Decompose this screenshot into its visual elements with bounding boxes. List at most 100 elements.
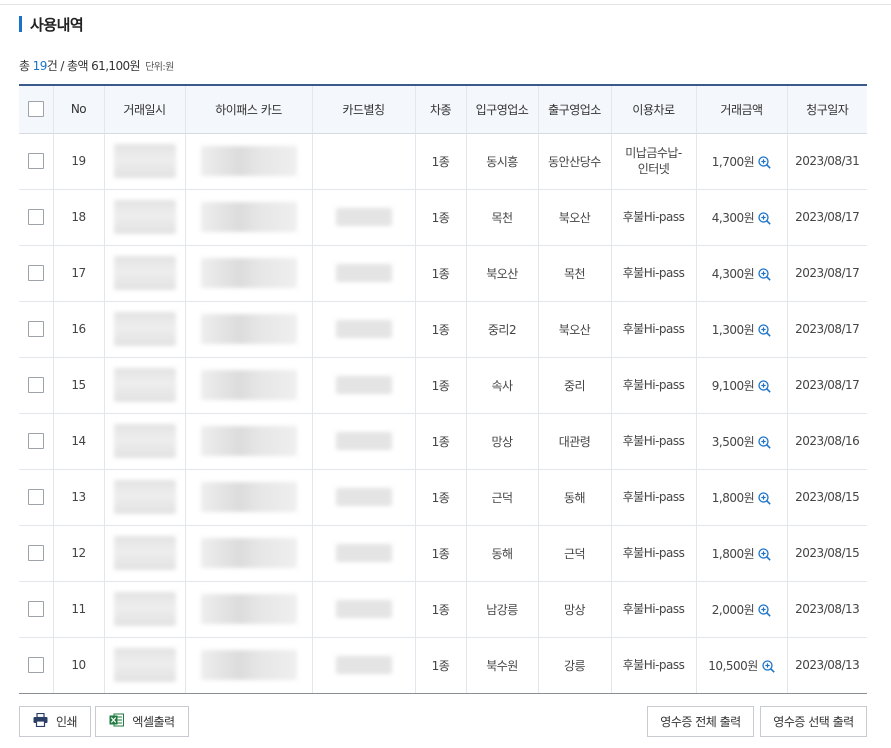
row-select-cell[interactable] — [19, 525, 53, 582]
row-hipass-card — [184, 581, 312, 638]
row-select-cell[interactable] — [19, 301, 53, 358]
header-billing-date: 청구일자 — [786, 84, 867, 134]
redacted-card-number — [200, 314, 297, 344]
row-vehicle-type: 1종 — [414, 525, 466, 582]
select-all-checkbox[interactable] — [27, 101, 44, 118]
row-billing-date: 2023/08/13 — [786, 637, 867, 694]
receipt-print-all-label: 영수증 전체 출력 — [660, 715, 741, 729]
row-exit-office: 강릉 — [537, 637, 611, 694]
zoom-in-icon[interactable] — [758, 603, 771, 617]
table-row: 14 1종 망상 대관령 후불Hi-pass 3,500원 2023/08/16 — [19, 413, 867, 470]
row-amount-value: 1,300원 — [711, 322, 755, 337]
row-no: 16 — [52, 301, 104, 358]
redacted-datetime — [113, 592, 176, 626]
row-hipass-card — [184, 469, 312, 526]
header-lane: 이용차로 — [610, 84, 696, 134]
row-entry-office: 동시흥 — [465, 133, 538, 190]
row-amount: 4,300원 — [695, 245, 787, 302]
row-select-cell[interactable] — [19, 189, 53, 246]
row-exit-office: 북오산 — [537, 189, 611, 246]
redacted-card-nickname — [335, 600, 392, 618]
row-select-cell[interactable] — [19, 357, 53, 414]
header-transaction-datetime: 거래일시 — [103, 84, 185, 134]
zoom-in-icon[interactable] — [762, 659, 775, 673]
redacted-card-nickname — [335, 488, 392, 506]
table-row: 19 1종 동시흥 동안산당수 미납금수납- 인터넷 1,700원 2023/08/31 — [19, 133, 867, 190]
zoom-in-icon[interactable] — [758, 155, 771, 169]
row-lane: 후불Hi-pass — [610, 189, 696, 246]
row-vehicle-type: 1종 — [414, 133, 466, 190]
row-select-cell[interactable] — [19, 133, 53, 190]
row-vehicle-type: 1종 — [414, 357, 466, 414]
row-select-cell[interactable] — [19, 581, 53, 638]
table-row: 17 1종 북오산 목천 후불Hi-pass 4,300원 2023/08/17 — [19, 245, 867, 302]
row-card-nickname — [311, 245, 415, 302]
header-select-all[interactable] — [19, 84, 53, 134]
row-select-cell[interactable] — [19, 245, 53, 302]
row-transaction-datetime — [103, 581, 185, 638]
receipt-print-selected-button[interactable]: 영수증 선택 출력 — [760, 706, 867, 737]
redacted-card-number — [200, 370, 297, 400]
row-checkbox[interactable] — [27, 265, 44, 281]
usage-summary: 총 19건 / 총액 61,100원 단위:원 — [19, 57, 174, 74]
row-checkbox[interactable] — [27, 321, 44, 337]
zoom-in-icon[interactable] — [758, 323, 771, 337]
table-row: 18 1종 목천 북오산 후불Hi-pass 4,300원 2023/08/17 — [19, 189, 867, 246]
zoom-in-icon[interactable] — [758, 547, 771, 561]
summary-middle: 건 / 총액 61,100원 — [46, 59, 141, 73]
row-billing-date: 2023/08/17 — [786, 189, 867, 246]
zoom-in-icon[interactable] — [758, 211, 771, 225]
row-card-nickname — [311, 301, 415, 358]
row-exit-office: 근덕 — [537, 525, 611, 582]
row-entry-office: 중리2 — [465, 301, 538, 358]
zoom-in-icon[interactable] — [758, 435, 771, 449]
row-card-nickname — [311, 581, 415, 638]
row-transaction-datetime — [103, 525, 185, 582]
header-exit-office: 출구영업소 — [537, 84, 611, 134]
row-checkbox[interactable] — [27, 489, 44, 505]
row-transaction-datetime — [103, 189, 185, 246]
redacted-card-nickname — [335, 656, 392, 674]
zoom-in-icon[interactable] — [758, 379, 771, 393]
usage-table: No 거래일시 하이패스 카드 카드별칭 차종 입구영업소 출구영업소 이용차로… — [19, 84, 867, 694]
row-transaction-datetime — [103, 469, 185, 526]
row-no: 19 — [52, 133, 104, 190]
printer-icon — [33, 712, 48, 730]
redacted-datetime — [113, 648, 176, 682]
zoom-in-icon[interactable] — [758, 267, 771, 281]
table-header-row: No 거래일시 하이패스 카드 카드별칭 차종 입구영업소 출구영업소 이용차로… — [19, 84, 867, 134]
row-card-nickname — [311, 413, 415, 470]
print-button[interactable]: 인쇄 — [19, 706, 91, 737]
row-billing-date: 2023/08/31 — [786, 133, 867, 190]
receipt-print-all-button[interactable]: 영수증 전체 출력 — [647, 706, 754, 737]
row-vehicle-type: 1종 — [414, 637, 466, 694]
redacted-card-nickname — [335, 208, 392, 226]
row-select-cell[interactable] — [19, 469, 53, 526]
row-checkbox[interactable] — [27, 377, 44, 393]
row-checkbox[interactable] — [27, 545, 44, 561]
row-amount: 4,300원 — [695, 189, 787, 246]
zoom-in-icon[interactable] — [758, 491, 771, 505]
row-checkbox[interactable] — [27, 153, 44, 169]
header-card-nickname: 카드별칭 — [311, 84, 415, 134]
row-checkbox[interactable] — [27, 209, 44, 225]
row-entry-office: 망상 — [465, 413, 538, 470]
row-hipass-card — [184, 357, 312, 414]
row-amount-value: 4,300원 — [711, 210, 755, 225]
row-lane: 후불Hi-pass — [610, 413, 696, 470]
excel-export-button[interactable]: 엑셀출력 — [95, 706, 189, 737]
row-hipass-card — [184, 413, 312, 470]
row-checkbox[interactable] — [27, 601, 44, 617]
row-amount-value: 1,700원 — [711, 154, 755, 169]
redacted-card-nickname — [335, 432, 392, 450]
redacted-card-number — [200, 426, 297, 456]
row-lane: 후불Hi-pass — [610, 357, 696, 414]
row-checkbox[interactable] — [27, 433, 44, 449]
redacted-datetime — [113, 368, 176, 402]
row-select-cell[interactable] — [19, 637, 53, 694]
row-vehicle-type: 1종 — [414, 581, 466, 638]
header-entry-office: 입구영업소 — [465, 84, 538, 134]
row-select-cell[interactable] — [19, 413, 53, 470]
row-transaction-datetime — [103, 413, 185, 470]
row-checkbox[interactable] — [27, 657, 44, 673]
